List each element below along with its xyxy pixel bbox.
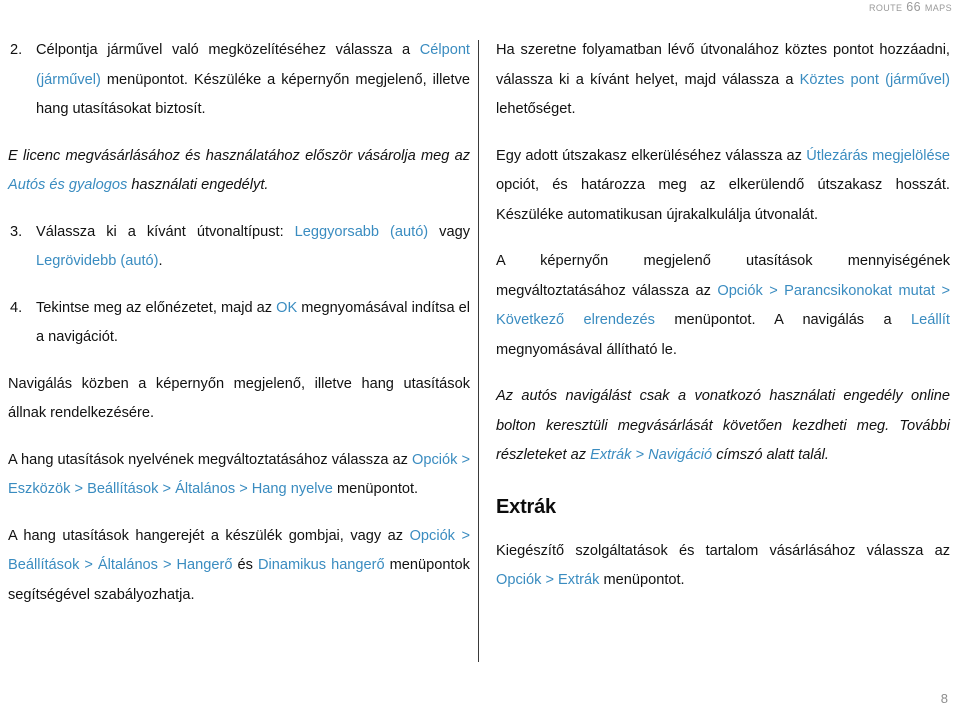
note-paragraph: E licenc megvásárlásához és használatáho… xyxy=(8,142,470,201)
text-run: menüpontot. Készüléke a képernyőn megjel… xyxy=(36,71,470,118)
right-column: Ha szeretne folyamatban lévő útvonalához… xyxy=(478,36,960,676)
text-run: opciót, és határozza meg az elkerülendő … xyxy=(496,177,950,223)
body-paragraph: Egy adott útszakasz elkerüléséhez válass… xyxy=(496,142,950,231)
text-run: Tekintse meg az előnézetet, majd az xyxy=(36,299,277,316)
list-item-text: Tekintse meg az előnézetet, majd az OK m… xyxy=(36,300,470,346)
list-item-text: Célpontja járművel való megközelítéséhez… xyxy=(36,42,470,117)
text-run: menüpontot. A navigálás a xyxy=(654,312,912,328)
text-run: és xyxy=(232,557,258,573)
text-run: megnyomásával állítható le. xyxy=(496,341,677,358)
menu-path-link[interactable]: Leállít xyxy=(911,312,950,328)
text-run: Kiegészítő szolgáltatások és tartalom vá… xyxy=(496,542,950,559)
text-run: használati engedélyt. xyxy=(127,177,269,193)
text-run: Célpontja járművel való megközelítéséhez… xyxy=(36,42,420,58)
menu-path-link[interactable]: Autós és gyalogos xyxy=(8,177,127,193)
list-item-number: 2. xyxy=(10,42,23,58)
body-paragraph: Navigálás közben a képernyőn megjelenő, … xyxy=(8,370,470,429)
list-item-number: 3. xyxy=(10,223,23,240)
text-run: A hang utasítások hangerejét a készülék … xyxy=(8,527,410,544)
menu-path-link[interactable]: Leggyorsabb (autó) xyxy=(295,224,429,240)
text-run: menüpontot. xyxy=(599,572,685,588)
body-paragraph: Kiegészítő szolgáltatások és tartalom vá… xyxy=(496,537,950,596)
text-run: Válassza ki a kívánt útvonaltípust: xyxy=(36,223,295,240)
text-run: Egy adott útszakasz elkerüléséhez válass… xyxy=(496,147,807,164)
numbered-list-item: 3. Válassza ki a kívánt útvonaltípust: Le… xyxy=(8,218,470,277)
menu-path-link[interactable]: Opciók > Extrák xyxy=(496,572,599,588)
document-page: Route 66 Maps 2. Célpontja járművel való … xyxy=(0,0,960,716)
text-run: Navigálás közben a képernyőn megjelenő, … xyxy=(8,375,470,422)
text-run: . xyxy=(158,253,163,269)
page-number: 8 xyxy=(940,691,948,706)
running-header-text: Route 66 Maps xyxy=(868,0,952,14)
numbered-list-item: 2. Célpontja járművel való megközelítéséh… xyxy=(8,36,470,125)
text-run: menüpontot. xyxy=(332,481,419,497)
menu-path-link[interactable]: OK xyxy=(276,300,297,316)
two-column-body: 2. Célpontja járművel való megközelítéséh… xyxy=(0,36,960,676)
menu-path-link[interactable]: Extrák > Navigáció xyxy=(590,447,712,463)
menu-path-link[interactable]: Legrövidebb (autó) xyxy=(36,253,159,269)
section-heading: Extrák xyxy=(496,495,556,518)
list-item-text: Válassza ki a kívánt útvonaltípust: Legg… xyxy=(36,224,470,270)
text-run: E licenc megvásárlásához és használatáho… xyxy=(8,147,470,164)
column-divider xyxy=(478,40,479,662)
body-paragraph: A hang utasítások nyelvének megváltoztat… xyxy=(8,446,470,505)
body-paragraph: A hang utasítások hangerejét a készülék … xyxy=(8,522,470,611)
body-paragraph: A képernyőn megjelenő utasítások mennyis… xyxy=(496,247,950,365)
left-column: 2. Célpontja járművel való megközelítéséh… xyxy=(0,36,478,676)
note-paragraph: Az autós navigálást csak a vonatkozó has… xyxy=(496,382,950,471)
numbered-list-item: 4. Tekintse meg az előnézetet, majd az OK… xyxy=(8,294,470,353)
body-paragraph: Ha szeretne folyamatban lévő útvonalához… xyxy=(496,36,950,125)
text-run: A hang utasítások nyelvének megváltoztat… xyxy=(8,451,412,468)
text-run: címszó alatt talál. xyxy=(712,447,829,463)
running-header: Route 66 Maps xyxy=(0,0,952,14)
text-run: lehetőséget. xyxy=(496,101,576,117)
list-item-number: 4. xyxy=(10,299,23,316)
menu-path-link[interactable]: Dinamikus hangerő xyxy=(258,557,385,573)
menu-path-link[interactable]: Útlezárás megjelölése xyxy=(806,148,950,164)
menu-path-link[interactable]: Köztes pont (járművel) xyxy=(800,72,950,88)
text-run: vagy xyxy=(428,223,471,240)
